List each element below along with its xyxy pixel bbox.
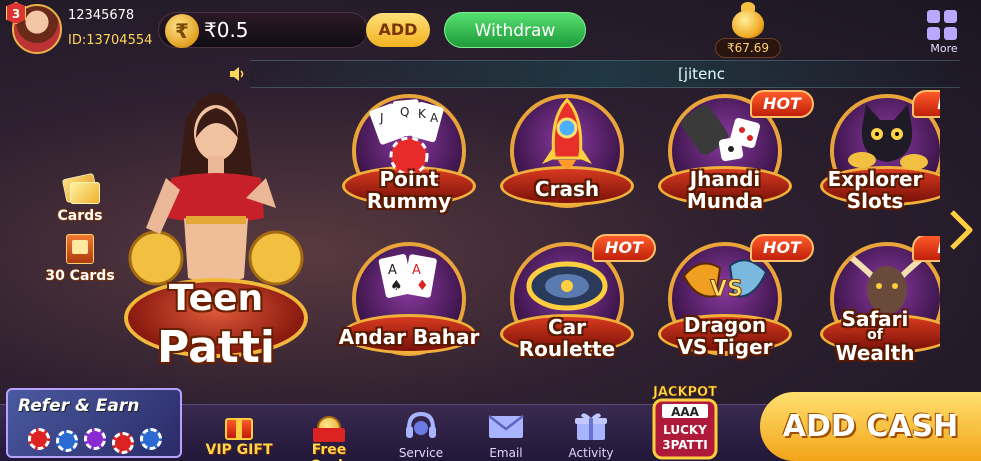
jhandi-munda-label-1: Jhandi [689, 167, 761, 191]
rupee-coin-icon: ₹ [165, 14, 199, 48]
lucky-aaa-text: AAA [671, 405, 700, 419]
vip-gift-button[interactable]: VIP GIFT [202, 410, 276, 460]
grid-icon [927, 10, 959, 42]
hot-badge: H [912, 90, 940, 118]
hot-badge: HOT [750, 234, 814, 262]
balance-value: ₹0.5 [204, 18, 249, 42]
crash-label: Crash [534, 177, 600, 201]
gift-icon [575, 413, 607, 440]
point-rummy-label-1: Point [379, 167, 439, 191]
add-cash-button[interactable]: ADD CASH [760, 392, 981, 461]
service-label: Service [398, 446, 444, 460]
svg-text:K: K [418, 107, 427, 121]
point-rummy-game[interactable]: J Q K A Point Rummy [334, 88, 484, 228]
jackpot-pot-icon[interactable] [730, 2, 766, 38]
rocket-icon [542, 98, 592, 169]
top-bar: 3 12345678 ID:13704554 ₹ ₹0.5 ADD Withdr… [0, 0, 981, 60]
svg-text:Q: Q [400, 105, 409, 119]
lucky-line2: 3PATTI [662, 438, 708, 452]
free-cash-label: Free Cash [310, 442, 348, 461]
lucky-line1: LUCKY [663, 423, 707, 437]
coin-bag-icon [309, 410, 349, 442]
balance-display: ₹ ₹0.5 [158, 12, 368, 48]
free-cash-button[interactable]: Free Cash [292, 410, 366, 461]
withdraw-button[interactable]: Withdraw [444, 12, 586, 48]
avatar[interactable]: 3 [6, 2, 64, 58]
more-button[interactable]: More [924, 8, 964, 56]
andar-bahar-game[interactable]: A A ♠ ♦ Andar Bahar [334, 236, 484, 376]
svg-text:♠: ♠ [390, 278, 403, 294]
chip-icon [84, 428, 106, 450]
car-roulette-label-2: Roulette [518, 337, 616, 361]
teen-patti-game[interactable]: Teen Patti [116, 78, 316, 378]
chevron-right-icon[interactable] [948, 208, 974, 252]
jhandi-munda-label-2: Munda [686, 189, 764, 213]
vs-text: VS [710, 277, 743, 302]
svg-text:J: J [379, 111, 384, 125]
explorer-slots-label-2: Slots [846, 189, 904, 213]
dragon-vs-tiger-game[interactable]: VS HOT Dragon VS Tiger [650, 234, 814, 376]
email-label: Email [489, 446, 523, 460]
hot-badge: HOT [592, 234, 656, 262]
svg-text:♦: ♦ [416, 278, 429, 294]
email-button[interactable]: Email [469, 410, 543, 460]
envelope-icon [488, 415, 524, 438]
explorer-slots-label-1: Explorer [827, 167, 923, 191]
dragon-vs-tiger-label-1: Dragon [683, 313, 767, 337]
lucky-3patti-jackpot[interactable]: JACKPOT AAA LUCKY 3PATTI [648, 382, 722, 460]
point-rummy-label-2: Rummy [366, 189, 452, 213]
player-name: 12345678 [68, 8, 135, 23]
thirty-cards-label: 30 Cards [45, 268, 115, 284]
svg-text:A: A [412, 263, 421, 278]
dragon-vs-tiger-label-2: VS Tiger [677, 335, 773, 359]
chip-icon [140, 428, 162, 450]
player-id: ID:13704554 [68, 33, 153, 48]
jhandi-munda-game[interactable]: HOT Jhandi Munda [650, 88, 814, 228]
explorer-slots-game[interactable]: H Explorer Slots [812, 88, 940, 228]
hot-badge: H [912, 236, 940, 262]
gift-box-icon [219, 410, 259, 442]
hot-badge: HOT [750, 90, 814, 118]
marquee-text: [jitenc [678, 65, 726, 83]
announcement-marquee: [jitenc [250, 60, 960, 88]
playing-cards-icon: J Q K A [369, 99, 444, 176]
refer-label: Refer & Earn [18, 396, 140, 416]
chip-icon [112, 432, 134, 454]
lucky-3patti-badge: JACKPOT AAA LUCKY 3PATTI [652, 385, 718, 460]
jackpot-amount: ₹67.69 [715, 38, 781, 58]
more-label: More [930, 42, 958, 55]
cards-label: Cards [57, 208, 103, 224]
cards-icon [56, 172, 104, 208]
chip-icon [28, 428, 50, 450]
service-button[interactable]: Service [384, 410, 458, 460]
thirty-cards-button[interactable]: 30 Cards [40, 232, 120, 284]
car-roulette-game[interactable]: HOT Car Roulette [492, 234, 656, 376]
level-badge: 3 [6, 2, 26, 24]
chip-icon [56, 430, 78, 452]
andar-bahar-label: Andar Bahar [338, 325, 480, 349]
card-pack-icon [56, 232, 104, 268]
safari-label-2: Wealth [835, 341, 915, 365]
cards-button[interactable]: Cards [40, 172, 120, 224]
lucky-jackpot-text: JACKPOT [652, 385, 717, 400]
vip-gift-label: VIP GIFT [205, 442, 273, 458]
activity-button[interactable]: Activity [554, 410, 628, 460]
teen-patti-title-line2: Patti [157, 322, 275, 373]
svg-text:A: A [388, 263, 397, 278]
svg-text:A: A [430, 111, 439, 125]
headset-icon [406, 411, 436, 438]
refer-and-earn-banner[interactable]: Refer & Earn [6, 388, 182, 458]
activity-label: Activity [568, 446, 614, 460]
safari-label-of: of [867, 327, 883, 343]
safari-of-wealth-game[interactable]: H Safari of Wealth [812, 236, 940, 376]
ace-cards-icon: A A ♠ ♦ [378, 254, 437, 298]
car-roulette-label-1: Car [547, 315, 587, 339]
teen-patti-title-line1: Teen [168, 278, 264, 319]
crash-game[interactable]: Crash [492, 88, 642, 228]
add-button[interactable]: ADD [366, 13, 430, 47]
